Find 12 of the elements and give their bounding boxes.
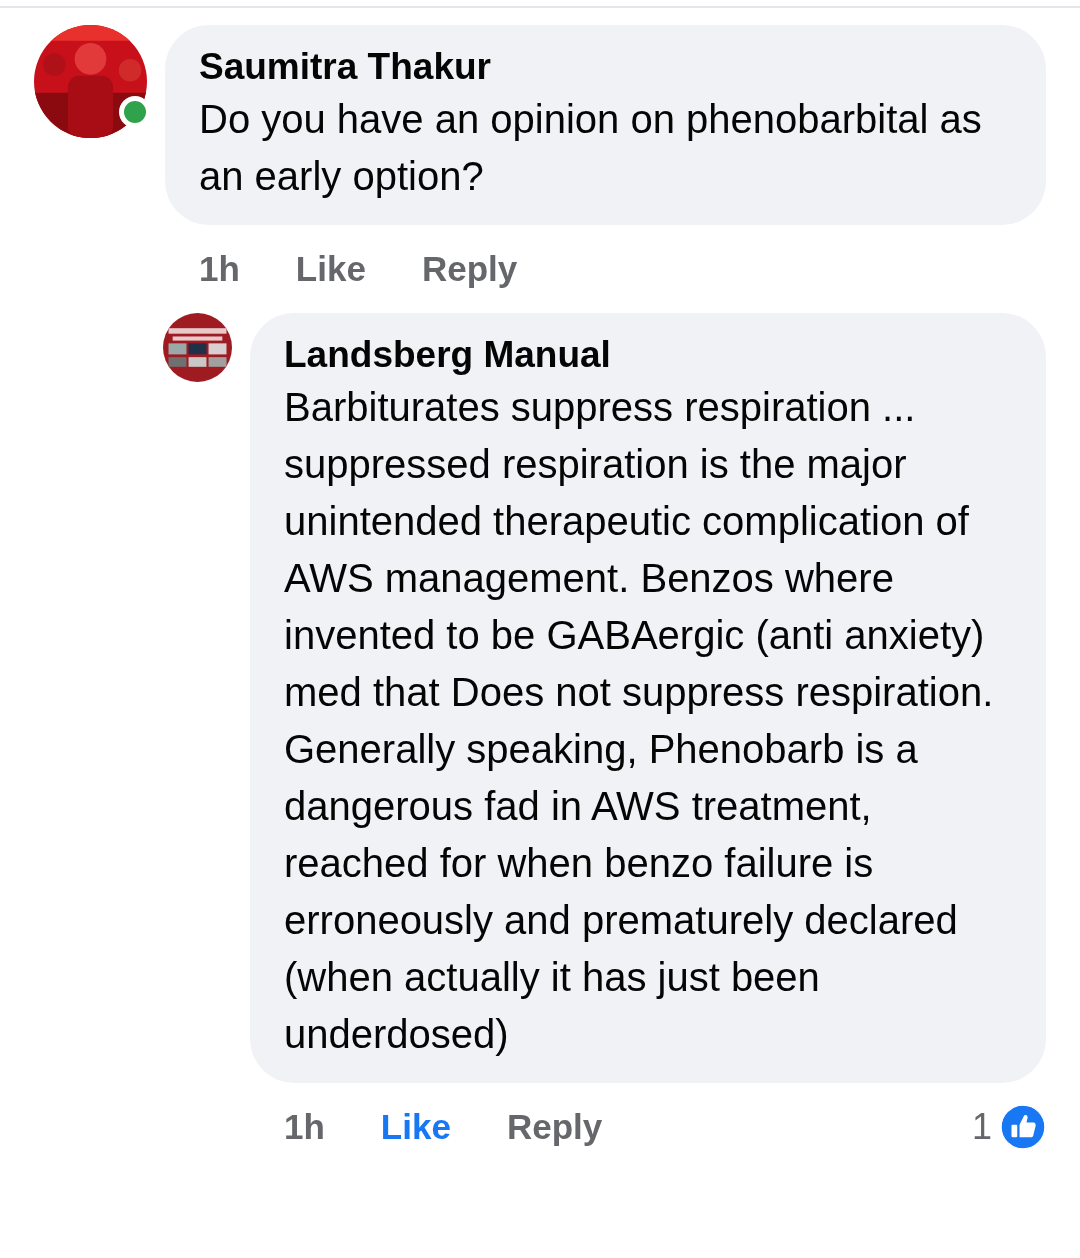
- like-link[interactable]: Like: [380, 1100, 451, 1154]
- like-link[interactable]: Like: [295, 242, 366, 296]
- reply-link[interactable]: Reply: [421, 242, 518, 296]
- thumbs-up-icon[interactable]: [1000, 1104, 1046, 1150]
- author-name[interactable]: Saumitra Thakur: [199, 43, 1012, 91]
- reaction-count[interactable]: 1: [971, 1100, 992, 1154]
- timestamp: 1h: [284, 1105, 325, 1148]
- author-name[interactable]: Landsberg Manual: [284, 331, 1012, 379]
- comment-text: Barbiturates suppress respiration ... suppressed respiration is the major unintended therapeutic complication of AWS management. Benzos where invented to be GABAergic (anti anxiety) med that Does not suppress respiration. Generally speaking, Phenobarb is a dangerous fad in AWS treatment, reached for when benzo failure is erroneously and prematurely declared (when actually it has just been underdosed): [284, 384, 995, 1058]
- comment-text: Do you have an opinion on phenobarbital as an early option?: [199, 96, 983, 200]
- timestamp: 1h: [199, 247, 240, 290]
- reply-link[interactable]: Reply: [506, 1100, 603, 1154]
